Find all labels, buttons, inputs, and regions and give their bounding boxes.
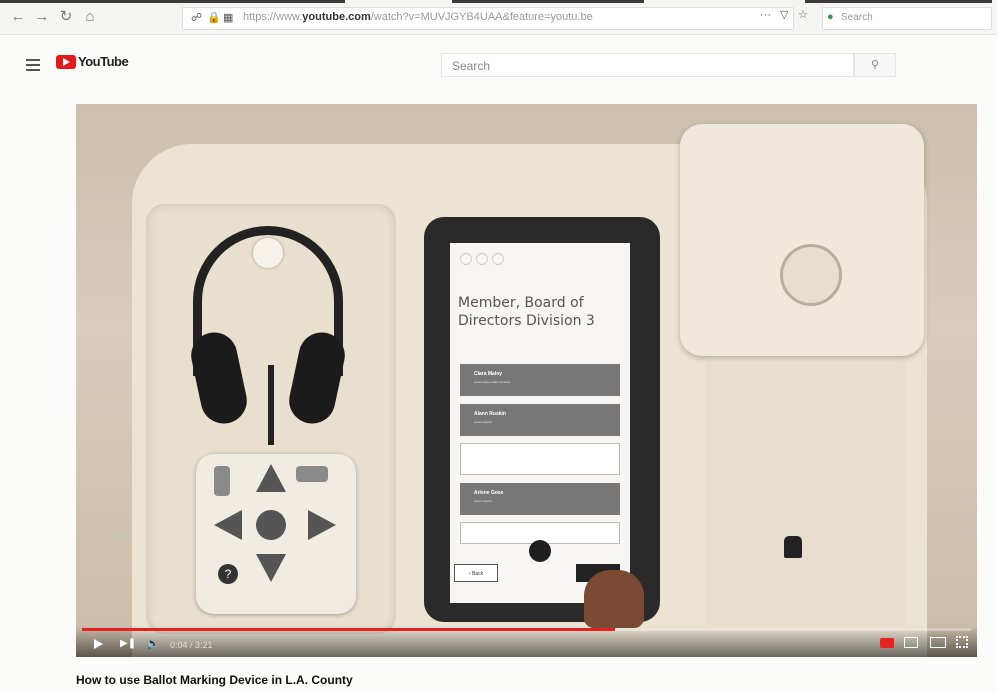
tablet-help-icon xyxy=(529,540,551,562)
progress-fill xyxy=(82,628,616,631)
search-icon: ⚲ xyxy=(870,59,880,71)
volume-button xyxy=(214,466,230,496)
candidate-name: Arlene Gose xyxy=(474,490,504,496)
candidate-party: Lorem ipsum xyxy=(474,420,492,424)
help-icon: ? xyxy=(218,564,238,584)
headphones-cord xyxy=(268,365,274,445)
tab-strip xyxy=(0,0,345,3)
tab-strip xyxy=(805,0,992,3)
speed-button xyxy=(296,466,328,482)
up-arrow-icon xyxy=(256,464,286,492)
down-arrow-icon xyxy=(256,554,286,582)
volume-icon[interactable]: 🔈 xyxy=(146,637,160,650)
candidate-name: Alann Ruskin xyxy=(474,411,506,417)
back-icon[interactable]: ← xyxy=(10,8,26,26)
progress-bar[interactable] xyxy=(82,628,971,631)
select-button xyxy=(256,510,286,540)
tablet-back-button: ‹ Back xyxy=(454,564,498,582)
ballot-box-top xyxy=(680,124,924,356)
candidate-name: Clara Maloy xyxy=(474,371,503,377)
candidate-option: Alann Ruskin Lorem ipsum xyxy=(460,404,620,436)
play-icon[interactable] xyxy=(94,639,103,649)
audio-tactile-keypad: ? xyxy=(196,454,356,614)
search-placeholder: Search xyxy=(452,59,491,73)
url-text[interactable]: https://www.youtube.com/watch?v=MUVJGYB4… xyxy=(243,11,593,23)
candidate-option: Arlene Gose Lorem ipsum xyxy=(460,483,620,515)
pocket-icon[interactable]: ▽ xyxy=(780,8,788,21)
search-engine-icon: ● xyxy=(827,11,834,23)
voter-hand xyxy=(584,570,644,628)
browser-search-field[interactable]: ● Search xyxy=(822,7,992,30)
browser-toolbar: ← → ↻ ⌂ ☍ 🔒 ▦ https://www.youtube.com/wa… xyxy=(0,0,997,35)
county-seal-icon xyxy=(780,244,842,306)
ballot-lock-icon xyxy=(784,536,802,558)
forward-icon[interactable]: → xyxy=(34,8,50,26)
lock-icon: 🔒 xyxy=(207,12,221,24)
browser-search-placeholder: Search xyxy=(841,12,873,23)
time-display: 0:04 / 3:21 xyxy=(170,640,213,650)
accessibility-icon xyxy=(492,253,504,265)
candidate-option xyxy=(460,443,620,475)
language-icon xyxy=(460,253,472,265)
youtube-logo-icon[interactable] xyxy=(56,55,76,69)
youtube-header: YouTube Search ⚲ xyxy=(0,35,997,93)
bookmark-star-icon[interactable]: ☆ xyxy=(798,8,808,21)
video-title: How to use Ballot Marking Device in L.A.… xyxy=(76,673,353,687)
youtube-search-input[interactable]: Search xyxy=(441,53,854,77)
reload-icon[interactable]: ↻ xyxy=(58,8,74,26)
candidate-party: Lorem ipsum dolor sit amet xyxy=(474,380,511,384)
search-button[interactable]: ⚲ xyxy=(854,53,896,77)
next-video-icon[interactable]: ▶❚ xyxy=(120,638,136,649)
miniplayer-icon[interactable] xyxy=(904,637,918,648)
ballot-box-body xyxy=(706,362,906,626)
right-arrow-icon xyxy=(308,510,336,540)
youtube-brand-icon[interactable] xyxy=(880,638,894,648)
settings-icon xyxy=(476,253,488,265)
left-arrow-icon xyxy=(214,510,242,540)
tab-strip xyxy=(452,0,644,3)
youtube-logo-text[interactable]: YouTube xyxy=(78,54,129,69)
url-bar[interactable]: ☍ 🔒 ▦ https://www.youtube.com/watch?v=MU… xyxy=(182,7,794,30)
more-actions-icon[interactable]: ··· xyxy=(760,9,771,21)
theater-mode-icon[interactable] xyxy=(930,637,946,648)
candidate-option: Clara Maloy Lorem ipsum dolor sit amet xyxy=(460,364,620,396)
permissions-icon: ▦ xyxy=(223,12,234,24)
home-icon[interactable]: ⌂ xyxy=(82,8,98,26)
shield-icon: ☍ xyxy=(191,12,203,24)
race-title: Member, Board of Directors Division 3 xyxy=(458,295,595,329)
fullscreen-icon[interactable] xyxy=(956,636,968,648)
menu-icon[interactable] xyxy=(26,59,40,74)
candidate-party: Lorem ipsum xyxy=(474,499,492,503)
